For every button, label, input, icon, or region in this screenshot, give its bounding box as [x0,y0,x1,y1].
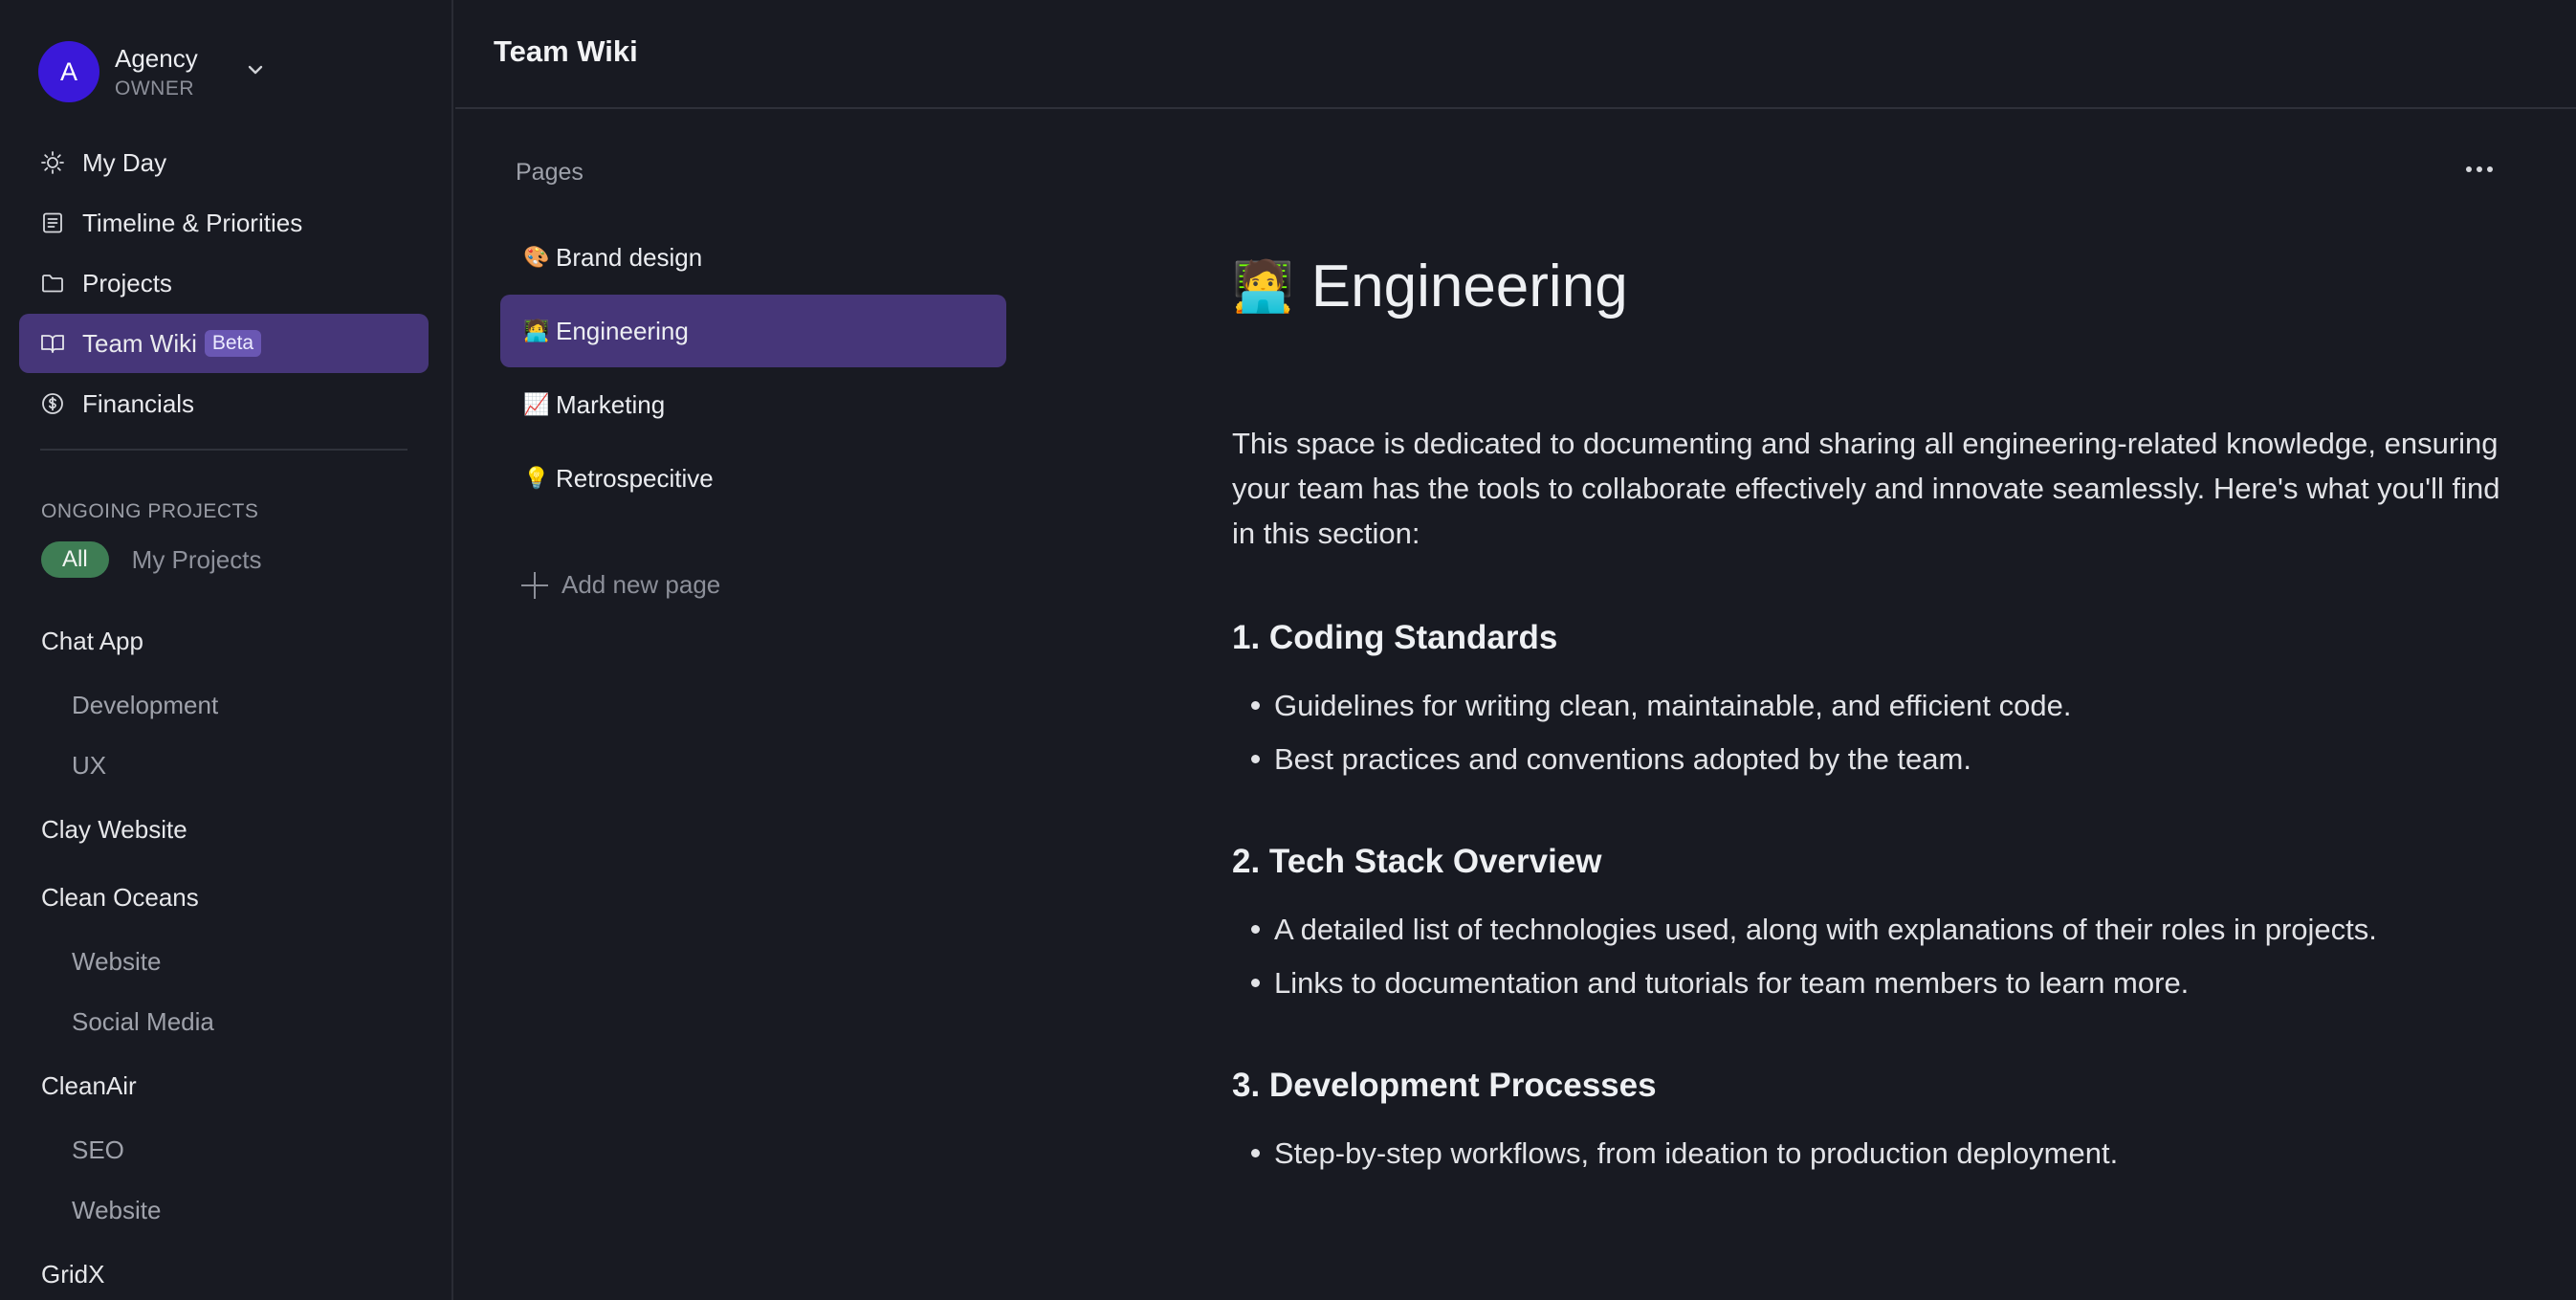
nav-item-label: Team Wiki [82,328,197,358]
chart-up-icon: 📈 [523,392,550,416]
folder-icon [40,271,65,296]
sun-icon [40,150,65,175]
project-subitem[interactable]: Website [41,1180,424,1241]
project-item[interactable]: Clean Oceans [41,864,424,932]
list-item: Best practices and conventions adopted b… [1232,737,2504,782]
section-heading: 3. Development Processes [1232,1067,1657,1104]
technologist-icon: 🧑‍💻 [523,319,550,342]
document-intro: This space is dedicated to documenting a… [1232,427,2500,550]
page-list: 🎨 Brand design 🧑‍💻 Engineering 📈 Marketi… [500,221,1006,516]
bullet-list: Step-by-step workflows, from ideation to… [1232,1131,2504,1176]
page-item-label: Brand design [556,242,703,272]
project-item[interactable]: CleanAir [41,1052,424,1120]
more-options-button[interactable] [2460,155,2499,184]
nav-item-projects[interactable]: Projects [19,253,429,313]
list-item: Links to documentation and tutorials for… [1232,960,2428,1005]
ellipsis-icon [2466,166,2493,172]
avatar: A [38,41,99,102]
account-info: Agency OWNER [115,44,198,100]
sidebar: A Agency OWNER My Day Timeline & Priorit… [0,0,453,1300]
book-icon [40,331,65,356]
palette-icon: 🎨 [523,245,550,269]
add-page-label: Add new page [561,570,721,599]
list-item: Step-by-step workflows, from ideation to… [1232,1131,2504,1176]
account-role: OWNER [115,77,194,99]
account-name: Agency [115,43,198,73]
nav-item-label: Financials [82,388,195,418]
document-title[interactable]: 🧑‍💻 Engineering [1232,247,2504,325]
wiki-document: 🧑‍💻 Engineering This space is dedicated … [1232,247,2504,1176]
main-nav: My Day Timeline & Priorities Projects Te… [19,133,429,434]
document-title-text: Engineering [1310,253,1628,319]
project-filters: All My Projects [41,541,261,578]
filter-all-chip[interactable]: All [41,541,109,578]
page-item-retrospective[interactable]: 💡 Retrospecitive [500,442,1006,515]
nav-item-timeline[interactable]: Timeline & Priorities [19,193,429,253]
page-item-marketing[interactable]: 📈 Marketing [500,368,1006,441]
nav-item-label: My Day [82,147,167,177]
nav-item-financials[interactable]: Financials [19,374,429,433]
project-subitem[interactable]: Development [41,675,424,736]
project-subitem[interactable]: SEO [41,1120,424,1180]
bullet-list: A detailed list of technologies used, al… [1232,907,2428,1005]
list-icon [40,210,65,235]
page-title: Team Wiki [494,34,638,68]
page-item-engineering[interactable]: 🧑‍💻 Engineering [500,295,1006,367]
top-header: Team Wiki [455,0,2576,109]
page-item-label: Engineering [556,316,689,345]
pages-label: Pages [516,159,583,186]
lightbulb-icon: 💡 [523,466,550,490]
nav-item-label: Projects [82,268,172,297]
project-tree: Chat App Development UX Clay Website Cle… [41,607,424,1300]
list-item: Guidelines for writing clean, maintainab… [1232,683,2504,728]
section-heading: 1. Coding Standards [1232,619,1558,656]
sidebar-divider [40,449,407,451]
page-item-label: Retrospecitive [556,463,714,493]
list-item: A detailed list of technologies used, al… [1232,907,2428,952]
project-item[interactable]: Chat App [41,607,424,675]
beta-badge: Beta [204,330,262,357]
add-new-page-button[interactable]: Add new page [521,570,720,600]
technologist-icon: 🧑‍💻 [1232,258,1294,315]
nav-item-my-day[interactable]: My Day [19,133,429,192]
account-switcher[interactable]: A Agency OWNER [38,40,268,103]
plus-icon [521,571,548,599]
page-item-brand-design[interactable]: 🎨 Brand design [500,221,1006,294]
project-subitem[interactable]: Social Media [41,992,424,1052]
nav-item-team-wiki[interactable]: Team Wiki Beta [19,314,429,373]
section-heading: 2. Tech Stack Overview [1232,843,1602,880]
filter-my-projects[interactable]: My Projects [132,545,262,575]
project-item[interactable]: GridX [41,1241,424,1300]
nav-item-label: Timeline & Priorities [82,208,303,237]
project-subitem[interactable]: UX [41,736,424,796]
chevron-down-icon[interactable] [241,55,270,84]
project-subitem[interactable]: Website [41,932,424,992]
project-item[interactable]: Clay Website [41,796,424,864]
page-item-label: Marketing [556,389,666,419]
ongoing-projects-label: ONGOING PROJECTS [41,500,259,522]
dollar-circle-icon [40,391,65,416]
bullet-list: Guidelines for writing clean, maintainab… [1232,683,2504,782]
